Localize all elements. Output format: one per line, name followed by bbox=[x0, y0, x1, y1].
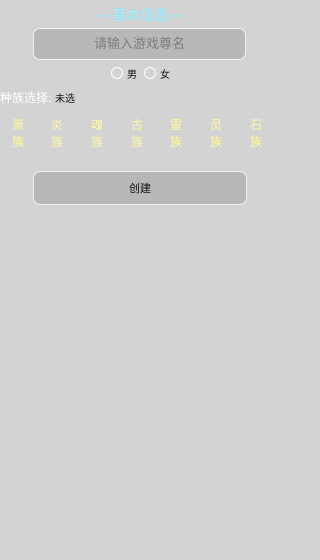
race-char: 族 bbox=[90, 135, 103, 149]
race-option-gu[interactable]: 古 族 bbox=[127, 117, 147, 151]
race-char: 古 bbox=[130, 118, 143, 132]
race-selection-row: 种族选择: 未选 bbox=[0, 89, 75, 105]
race-char: 族 bbox=[50, 135, 63, 149]
race-selection-value: 未选 bbox=[55, 93, 76, 105]
race-char: 炎 bbox=[50, 118, 63, 132]
gender-option-male[interactable]: 男 bbox=[111, 66, 144, 81]
race-char: 族 bbox=[249, 135, 262, 149]
race-char: 雷 bbox=[169, 118, 182, 132]
female-radio-button[interactable] bbox=[144, 67, 156, 79]
gender-selector: 男 女 bbox=[111, 65, 177, 81]
race-char: 族 bbox=[130, 135, 143, 149]
race-char: 族 bbox=[209, 135, 222, 149]
gender-option-female[interactable]: 女 bbox=[144, 66, 177, 81]
race-char: 族 bbox=[11, 135, 24, 149]
race-char: 族 bbox=[169, 135, 182, 149]
race-selection-label: 种族选择: bbox=[0, 90, 53, 105]
race-option-hun[interactable]: 魂 族 bbox=[87, 117, 107, 151]
create-button[interactable]: 创建 bbox=[33, 171, 247, 205]
race-char: 萧 bbox=[11, 118, 24, 132]
race-options: 萧 族 炎 族 魂 族 古 族 雷 族 灵 族 石 族 bbox=[0, 117, 281, 153]
male-radio-button[interactable] bbox=[111, 67, 123, 79]
section-title: ---基本信息--- bbox=[97, 8, 184, 24]
race-char: 石 bbox=[249, 118, 262, 132]
female-label: 女 bbox=[160, 69, 170, 81]
game-name-input[interactable] bbox=[33, 28, 246, 60]
race-char: 灵 bbox=[209, 118, 222, 132]
male-label: 男 bbox=[127, 69, 137, 81]
race-option-shi[interactable]: 石 族 bbox=[246, 117, 266, 151]
race-char: 魂 bbox=[90, 118, 103, 132]
race-option-yan[interactable]: 炎 族 bbox=[47, 117, 67, 151]
race-option-xiao[interactable]: 萧 族 bbox=[8, 117, 28, 151]
race-option-ling[interactable]: 灵 族 bbox=[206, 117, 226, 151]
race-option-lei[interactable]: 雷 族 bbox=[166, 117, 186, 151]
